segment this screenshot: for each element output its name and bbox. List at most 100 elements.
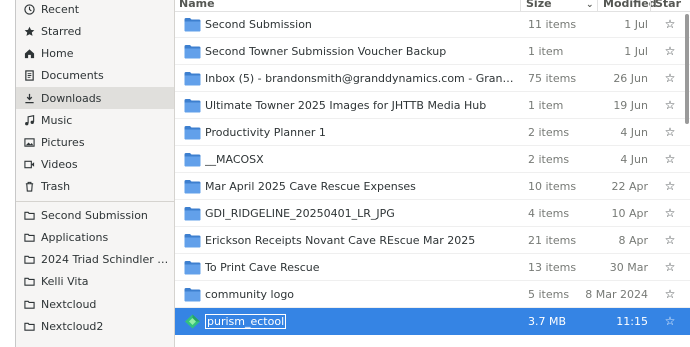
file-name: Mar April 2025 Cave Rescue Expenses bbox=[205, 173, 520, 200]
folder-icon bbox=[184, 152, 201, 167]
file-row[interactable]: Second Towner Submission Voucher Backup 1… bbox=[175, 38, 690, 65]
file-row[interactable]: GDI_RIDGELINE_20250401_LR_JPG 4 items 10 A… bbox=[175, 200, 690, 227]
folder-icon bbox=[184, 260, 201, 275]
star-toggle-icon[interactable]: ☆ bbox=[663, 146, 677, 173]
star-toggle-icon[interactable]: ☆ bbox=[663, 65, 677, 92]
file-modified: 10 Apr bbox=[611, 207, 648, 220]
folder-icon bbox=[184, 44, 201, 59]
file-name-text: To Print Cave Rescue bbox=[205, 261, 320, 274]
sidebar-label: Recent bbox=[41, 2, 80, 16]
star-toggle-icon[interactable]: ☆ bbox=[663, 281, 677, 308]
file-row[interactable]: Productivity Planner 1 2 items 4 Jun ☆ bbox=[175, 119, 690, 146]
file-name: Productivity Planner 1 bbox=[205, 119, 520, 146]
file-size: 2 items bbox=[528, 153, 570, 166]
star-toggle-icon[interactable]: ☆ bbox=[663, 38, 677, 65]
column-modified-header[interactable]: Modified bbox=[603, 0, 657, 11]
file-row[interactable]: purism_ectool 3.7 MB 11:15 ☆ bbox=[175, 308, 690, 335]
column-name-header[interactable]: Name bbox=[179, 0, 215, 11]
sidebar-item-triad-schindler[interactable]: 2024 Triad Schindler (M... bbox=[16, 248, 174, 270]
sidebar-label: Pictures bbox=[41, 135, 85, 149]
sidebar-item-kelli-vita[interactable]: Kelli Vita bbox=[16, 270, 174, 292]
sidebar-item-pictures[interactable]: Pictures bbox=[16, 131, 174, 153]
executable-icon bbox=[184, 314, 201, 329]
star-icon bbox=[24, 26, 35, 37]
sidebar-item-nextcloud2[interactable]: Nextcloud2 bbox=[16, 315, 174, 337]
file-name: To Print Cave Rescue bbox=[205, 254, 520, 281]
music-icon bbox=[24, 114, 35, 126]
column-size-header[interactable]: Size bbox=[526, 0, 552, 11]
file-name-text: __MACOSX bbox=[205, 153, 264, 166]
sidebar-separator bbox=[16, 201, 174, 202]
folder-icon bbox=[24, 321, 35, 332]
folder-icon bbox=[184, 17, 201, 32]
file-modified: 4 Jun bbox=[620, 153, 648, 166]
file-name-text: Inbox (5) - brandonsmith@granddynamics.c… bbox=[205, 72, 520, 85]
column-star-header[interactable]: Star bbox=[655, 0, 681, 11]
file-row[interactable]: Mar April 2025 Cave Rescue Expenses 10 it… bbox=[175, 173, 690, 200]
file-name: __MACOSX bbox=[205, 146, 520, 173]
star-toggle-icon[interactable]: ☆ bbox=[663, 92, 677, 119]
file-list: Name Size ⌄ Modified Star Second Submiss… bbox=[175, 0, 690, 347]
folder-icon bbox=[184, 206, 201, 221]
file-size: 5 items bbox=[528, 288, 570, 301]
file-name-text: Mar April 2025 Cave Rescue Expenses bbox=[205, 180, 416, 193]
sidebar-item-starred[interactable]: Starred bbox=[16, 20, 174, 42]
file-row[interactable]: Inbox (5) - brandonsmith@granddynamics.c… bbox=[175, 65, 690, 92]
sidebar-item-home[interactable]: Home bbox=[16, 42, 174, 64]
file-name-text: community logo bbox=[205, 288, 295, 301]
sidebar-label: Documents bbox=[41, 68, 104, 82]
sidebar-item-videos[interactable]: Videos bbox=[16, 153, 174, 175]
file-name-text: purism_ectool bbox=[205, 314, 287, 329]
sidebar-label: Starred bbox=[41, 24, 82, 38]
star-toggle-icon[interactable]: ☆ bbox=[663, 308, 677, 335]
folder-icon bbox=[24, 232, 35, 243]
folder-icon bbox=[24, 299, 35, 310]
file-name-text: Erickson Receipts Novant Cave REscue Mar… bbox=[205, 234, 476, 247]
folder-icon bbox=[24, 276, 35, 287]
home-icon bbox=[24, 48, 35, 59]
sidebar-item-documents[interactable]: Documents bbox=[16, 64, 174, 86]
sidebar-item-applications[interactable]: Applications bbox=[16, 226, 174, 248]
star-toggle-icon[interactable]: ☆ bbox=[663, 173, 677, 200]
file-row[interactable]: __MACOSX 2 items 4 Jun ☆ bbox=[175, 146, 690, 173]
file-row[interactable]: To Print Cave Rescue 13 items 30 Mar ☆ bbox=[175, 254, 690, 281]
file-size: 1 item bbox=[528, 45, 564, 58]
sidebar-label: Downloads bbox=[41, 91, 102, 105]
file-row[interactable]: community logo 5 items 8 Mar 2024 ☆ bbox=[175, 281, 690, 308]
file-name-text: GDI_RIDGELINE_20250401_LR_JPG bbox=[205, 207, 395, 220]
picture-icon bbox=[24, 137, 35, 148]
folder-icon bbox=[184, 71, 201, 86]
folder-icon bbox=[184, 179, 201, 194]
file-row[interactable]: Ultimate Towner 2025 Images for JHTTB Me… bbox=[175, 92, 690, 119]
file-size: 2 items bbox=[528, 126, 570, 139]
file-row[interactable]: Second Submission 11 items 1 Jul ☆ bbox=[175, 11, 690, 38]
sidebar-item-second-submission[interactable]: Second Submission bbox=[16, 204, 174, 226]
file-name: Ultimate Towner 2025 Images for JHTTB Me… bbox=[205, 92, 520, 119]
video-icon bbox=[24, 159, 35, 170]
sidebar-label: Applications bbox=[41, 230, 109, 244]
sidebar-item-nextcloud[interactable]: Nextcloud bbox=[16, 293, 174, 315]
star-toggle-icon[interactable]: ☆ bbox=[663, 227, 677, 254]
file-row[interactable]: Erickson Receipts Novant Cave REscue Mar… bbox=[175, 227, 690, 254]
file-modified: 22 Apr bbox=[611, 180, 648, 193]
file-modified: 8 Apr bbox=[618, 234, 648, 247]
file-modified: 8 Mar 2024 bbox=[585, 288, 648, 301]
file-name: Inbox (5) - brandonsmith@granddynamics.c… bbox=[205, 65, 520, 92]
file-modified: 1 Jul bbox=[624, 18, 648, 31]
sidebar-item-recent[interactable]: Recent bbox=[16, 0, 174, 20]
sidebar-label: Nextcloud bbox=[41, 297, 97, 311]
file-name: purism_ectool bbox=[205, 308, 520, 335]
star-toggle-icon[interactable]: ☆ bbox=[663, 254, 677, 281]
star-toggle-icon[interactable]: ☆ bbox=[663, 119, 677, 146]
sidebar-label: Home bbox=[41, 46, 74, 60]
file-size: 1 item bbox=[528, 99, 564, 112]
file-modified: 4 Jun bbox=[620, 126, 648, 139]
sidebar-item-downloads[interactable]: Downloads bbox=[16, 87, 174, 109]
sidebar-item-trash[interactable]: Trash bbox=[16, 175, 174, 197]
sidebar-item-music[interactable]: Music bbox=[16, 109, 174, 131]
star-toggle-icon[interactable]: ☆ bbox=[663, 11, 677, 38]
file-modified: 19 Jun bbox=[613, 99, 648, 112]
clock-icon bbox=[24, 3, 35, 15]
scrollbar[interactable] bbox=[685, 14, 689, 124]
star-toggle-icon[interactable]: ☆ bbox=[663, 200, 677, 227]
